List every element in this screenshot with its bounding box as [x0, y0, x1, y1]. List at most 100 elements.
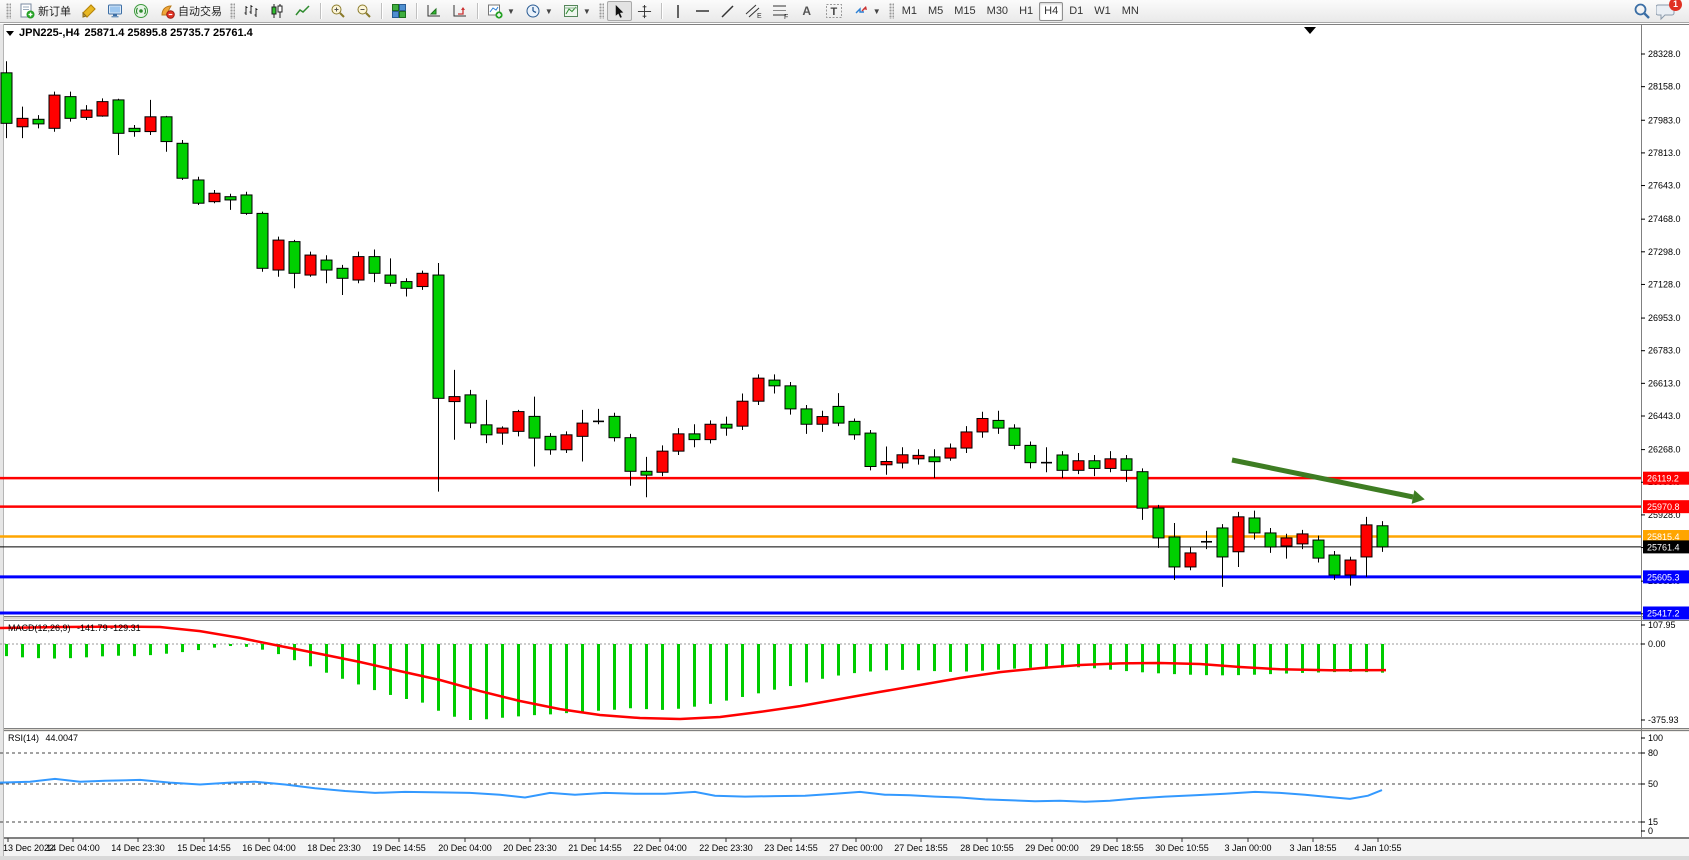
clock-icon	[525, 3, 541, 19]
macd-indicator-label: MACD(12,26,9) -141.79 -129.31	[8, 623, 141, 633]
bull-candle	[577, 423, 588, 436]
bull-candle	[513, 412, 524, 432]
time-axis-label: 15 Dec 14:55	[177, 843, 231, 853]
candle-chart-mode-button[interactable]	[264, 1, 290, 21]
bull-candle	[737, 401, 748, 426]
autotrading-label: 自动交易	[178, 3, 222, 19]
bear-candle	[545, 436, 556, 449]
bull-candle	[1281, 538, 1292, 546]
time-axis-label: 20 Dec 23:30	[503, 843, 557, 853]
timeframe-h4[interactable]: H4	[1039, 2, 1063, 21]
bull-candle	[1297, 534, 1308, 544]
terminal-button[interactable]	[102, 1, 128, 21]
bear-candle	[1, 73, 12, 124]
chart-canvas[interactable]: 28328.028158.027983.027813.027643.027468…	[0, 0, 1689, 860]
price-tick-label: 27298.0	[1648, 247, 1681, 257]
time-axis-label: 27 Dec 00:00	[829, 843, 883, 853]
new-order-icon	[19, 3, 35, 19]
fibonacci-tool-button[interactable]: F	[767, 1, 794, 21]
zoom-in-button[interactable]	[325, 1, 351, 21]
autoscroll-icon	[426, 3, 442, 19]
toolbar-grip[interactable]	[599, 3, 604, 19]
bear-candle	[465, 395, 476, 423]
price-tick-label: 27643.0	[1648, 181, 1681, 191]
time-axis-label: 16 Dec 04:00	[242, 843, 296, 853]
search-button[interactable]	[1628, 1, 1656, 21]
timeframe-d1[interactable]: D1	[1064, 2, 1088, 21]
bear-candle	[1121, 459, 1132, 471]
bar-chart-icon	[243, 3, 259, 19]
templates-caret-icon: ▼	[583, 7, 591, 16]
toolbar-grip[interactable]	[889, 3, 894, 19]
vertical-line-icon	[671, 4, 685, 19]
vline-tool-button[interactable]	[666, 1, 690, 21]
bear-candle	[689, 434, 700, 440]
timeframe-m1[interactable]: M1	[897, 2, 922, 21]
time-axis-label: 22 Dec 23:30	[699, 843, 753, 853]
metaeditor-button[interactable]	[76, 1, 102, 21]
time-axis-label: 14 Dec 04:00	[46, 843, 100, 853]
tile-windows-icon	[391, 3, 407, 19]
macd-current-values: -141.79 -129.31	[77, 623, 141, 633]
zoom-out-button[interactable]	[351, 1, 377, 21]
price-tick-label: 26268.0	[1648, 445, 1681, 455]
indicators-button[interactable]: ▼	[482, 1, 520, 21]
bear-candle	[1217, 528, 1228, 557]
chart-shift-button[interactable]	[447, 1, 473, 21]
bull-candle	[1105, 459, 1116, 469]
bull-candle	[1073, 461, 1084, 471]
price-tick-label: 28158.0	[1648, 82, 1681, 92]
svg-text:25970.8: 25970.8	[1647, 502, 1680, 512]
time-axis-label: 22 Dec 04:00	[633, 843, 687, 853]
templates-button[interactable]: ▼	[558, 1, 596, 21]
chart-symbol-ohlc[interactable]: JPN225-,H4 25871.4 25895.8 25735.7 25761…	[6, 27, 253, 39]
bull-candle	[1233, 517, 1244, 552]
bull-candle	[1361, 525, 1372, 557]
crosshair-tool-button[interactable]	[632, 1, 657, 21]
timeframe-h1[interactable]: H1	[1014, 2, 1038, 21]
channel-tool-button[interactable]: E	[740, 1, 767, 21]
time-axis-label: 20 Dec 04:00	[438, 843, 492, 853]
bear-candle	[129, 128, 140, 131]
hline-tool-button[interactable]	[690, 1, 715, 21]
trendline-tool-button[interactable]	[715, 1, 740, 21]
autotrading-button[interactable]: 自动交易	[154, 1, 227, 21]
timeframe-mn[interactable]: MN	[1117, 2, 1144, 21]
autoscroll-button[interactable]	[421, 1, 447, 21]
toolbar-grip[interactable]	[6, 3, 11, 19]
bear-candle	[337, 268, 348, 278]
bear-candle	[1169, 537, 1180, 567]
text-tool-button[interactable]: A	[794, 1, 820, 21]
signals-button[interactable]	[128, 1, 154, 21]
cursor-tool-button[interactable]	[607, 1, 632, 21]
text-label-icon: T	[825, 3, 843, 19]
timeframe-m15[interactable]: M15	[949, 2, 980, 21]
signal-broadcast-icon	[133, 3, 149, 19]
text-label-tool-button[interactable]: T	[820, 1, 848, 21]
timeframe-m5[interactable]: M5	[923, 2, 948, 21]
toolbar-grip[interactable]	[230, 3, 235, 19]
crosshair-icon	[637, 4, 652, 19]
bear-candle	[177, 143, 188, 178]
timeframe-w1[interactable]: W1	[1089, 2, 1116, 21]
timeframe-m30[interactable]: M30	[982, 2, 1013, 21]
notifications-button[interactable]: 1	[1656, 2, 1676, 21]
bear-candle	[481, 425, 492, 435]
symbol-dropdown-icon[interactable]	[6, 31, 14, 36]
new-order-button[interactable]: 新订单	[14, 1, 76, 21]
bear-candle	[865, 433, 876, 466]
periods-button[interactable]: ▼	[520, 1, 558, 21]
time-axis-label: 3 Jan 18:55	[1289, 843, 1336, 853]
rsi-current-value: 44.0047	[46, 733, 79, 743]
bear-candle	[529, 416, 540, 438]
tile-windows-button[interactable]	[386, 1, 412, 21]
line-chart-mode-button[interactable]	[290, 1, 316, 21]
arrows-tool-button[interactable]: ▼	[848, 1, 886, 21]
symbol-timeframe: JPN225-,H4	[19, 27, 80, 39]
macd-name: MACD(12,26,9)	[8, 623, 71, 633]
bull-candle	[209, 193, 220, 201]
bull-candle	[817, 417, 828, 425]
bar-chart-mode-button[interactable]	[238, 1, 264, 21]
bear-candle	[1329, 555, 1340, 575]
svg-text:26119.2: 26119.2	[1647, 474, 1679, 484]
